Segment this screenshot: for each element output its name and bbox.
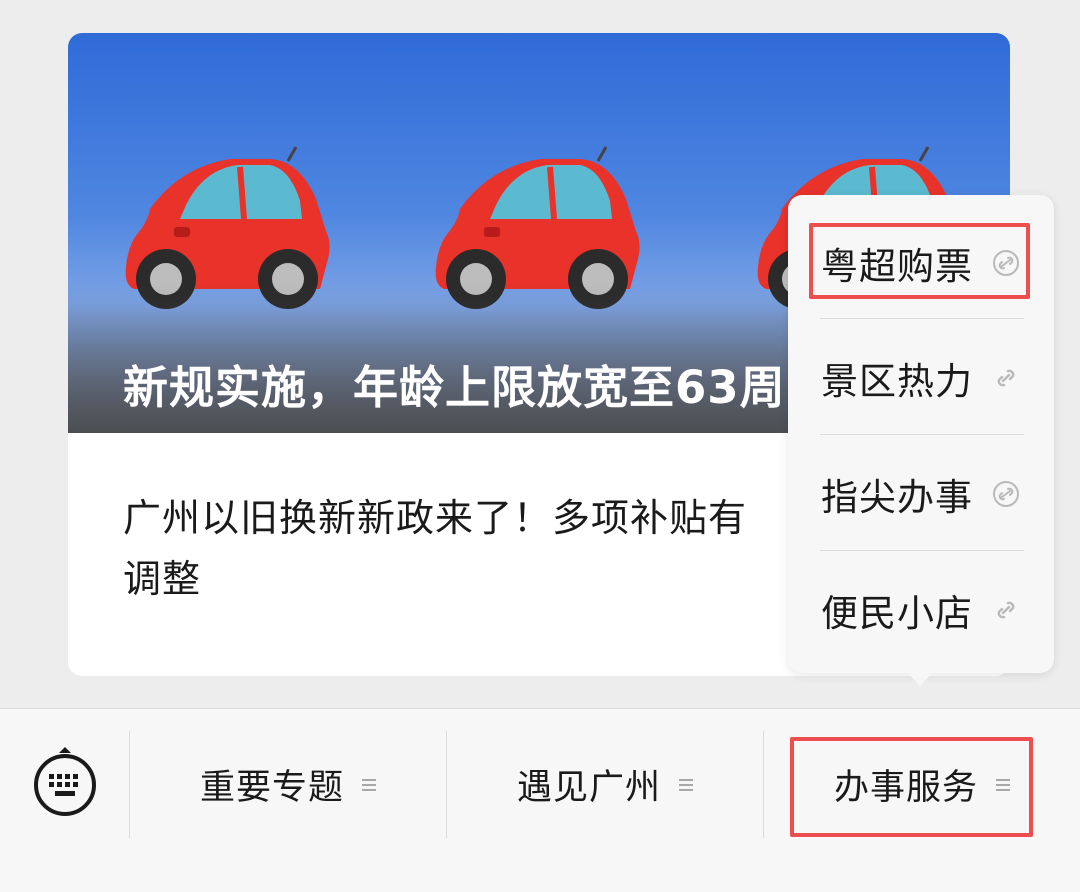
highlight-box — [790, 737, 1033, 837]
article-title[interactable]: 广州以旧换新新政来了！多项补贴有调整 — [123, 488, 783, 610]
mini-program-link-icon — [993, 481, 1019, 507]
cover-caption: 新规实施，年龄上限放宽至63周 — [123, 361, 786, 414]
menu-item-fingertip-services[interactable]: 指尖办事 — [788, 436, 1054, 551]
menu-item-label: 景区热力 — [821, 359, 973, 403]
bar-item-label: 遇见广州 — [516, 768, 661, 808]
keyboard-icon[interactable] — [32, 745, 98, 817]
menu-meet-guangzhou[interactable]: 遇见广州 — [447, 731, 763, 838]
menu-divider — [820, 550, 1024, 551]
link-icon — [997, 601, 1015, 619]
menu-divider — [820, 318, 1024, 319]
menu-important-topics[interactable]: 重要专题 — [130, 731, 446, 838]
menu-item-label: 便民小店 — [821, 591, 973, 635]
menu-item-convenience-store[interactable]: 便民小店 — [788, 552, 1054, 667]
submenu-lines-icon — [362, 778, 376, 791]
popup-pointer — [907, 672, 933, 686]
bar-item-label: 重要专题 — [199, 768, 344, 808]
link-icon — [997, 369, 1015, 387]
menu-item-scenic-heat[interactable]: 景区热力 — [788, 320, 1054, 435]
menu-item-label: 指尖办事 — [821, 475, 973, 519]
highlight-box — [809, 223, 1030, 299]
menu-divider — [820, 434, 1024, 435]
submenu-lines-icon — [679, 778, 693, 791]
